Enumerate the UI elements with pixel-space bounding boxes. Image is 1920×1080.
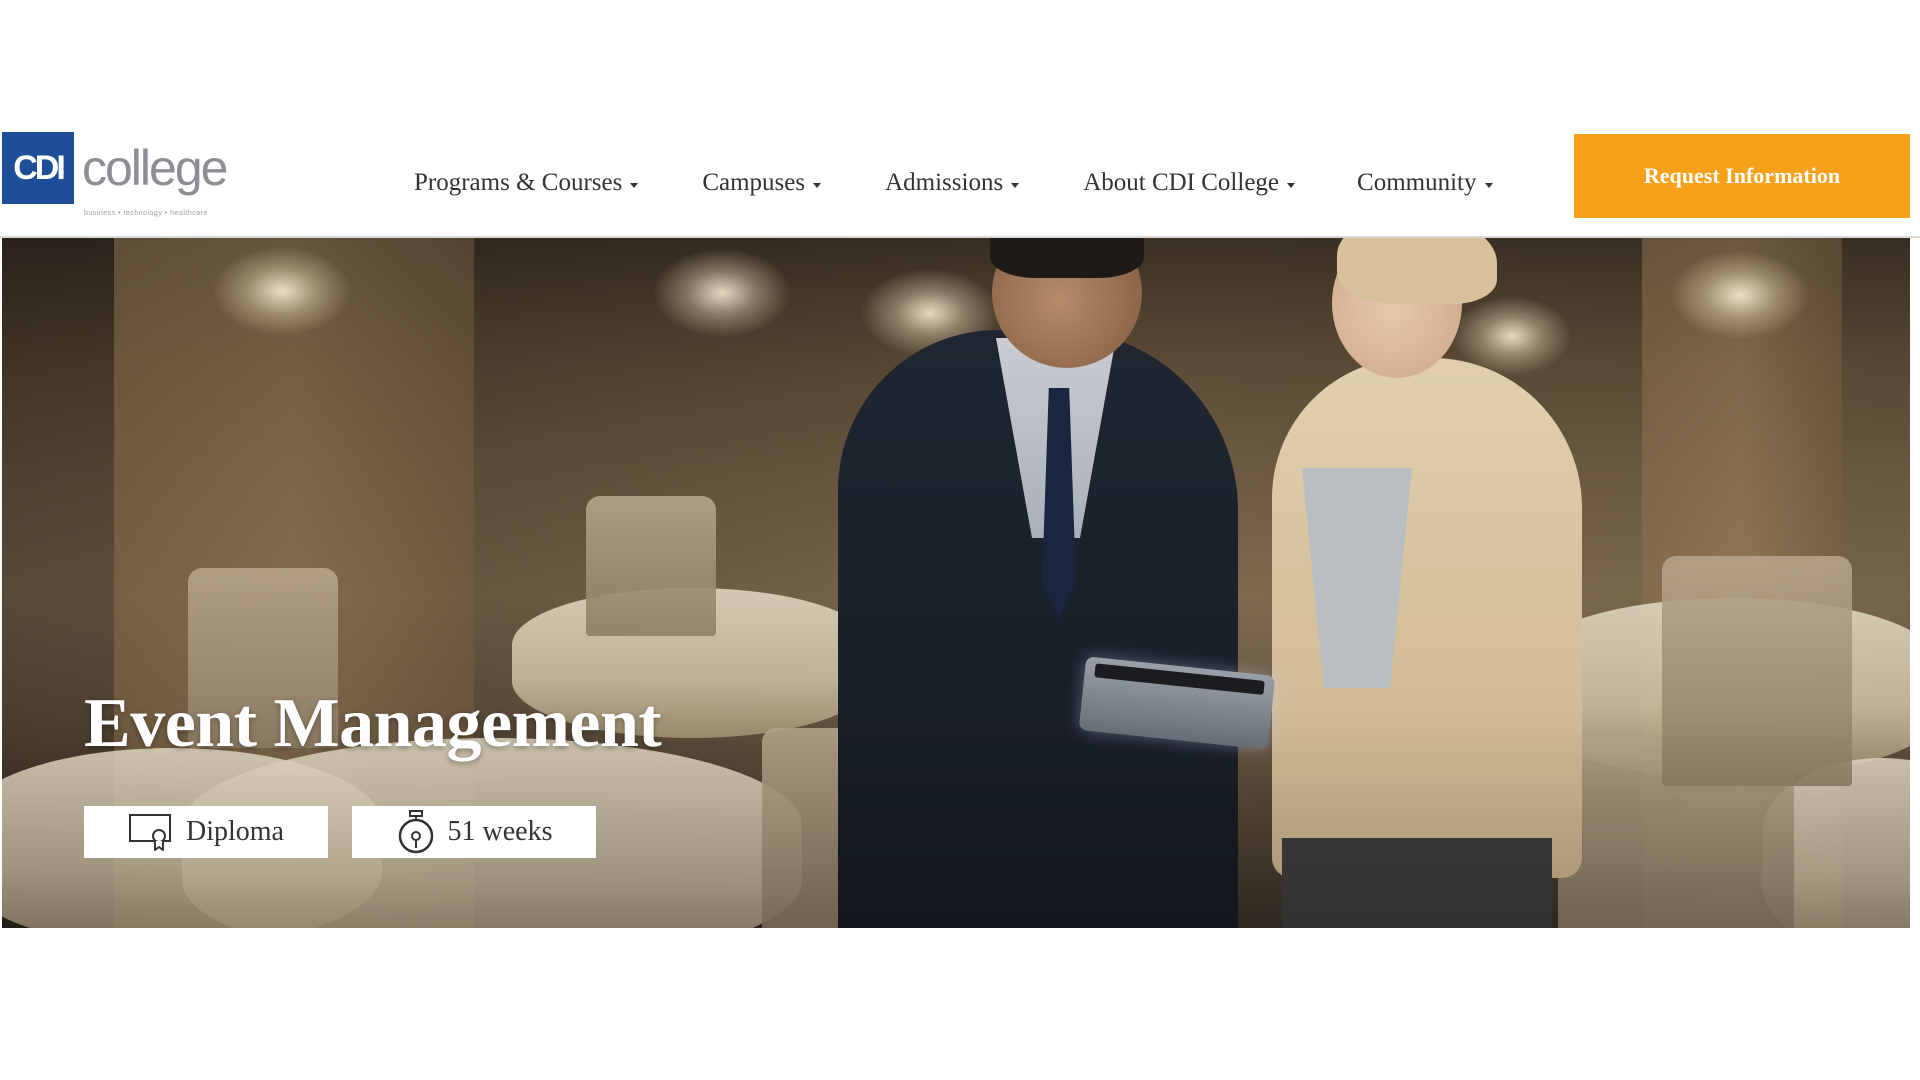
wall-light xyxy=(1670,250,1810,340)
nav-item-label: Admissions xyxy=(885,169,1004,196)
nav-item-admissions[interactable]: Admissions xyxy=(885,169,1020,197)
caret-down-icon xyxy=(1011,182,1020,188)
caret-down-icon xyxy=(630,182,639,188)
dining-chair xyxy=(586,496,716,636)
stopwatch-icon xyxy=(396,810,436,854)
site-header: CDI college business • technology • heal… xyxy=(0,130,1920,238)
logo-mark: CDI xyxy=(2,132,74,204)
nav-item-community[interactable]: Community xyxy=(1357,169,1493,197)
nav-item-programs-courses[interactable]: Programs & Courses xyxy=(414,169,639,197)
nav-item-label: Community xyxy=(1357,169,1477,196)
duration-label: 51 weeks xyxy=(447,816,553,847)
program-title: Event Management xyxy=(84,685,662,762)
nav-item-label: About CDI College xyxy=(1083,169,1280,196)
logo-tagline: business • technology • healthcare xyxy=(84,210,208,217)
woman-hair xyxy=(1337,238,1497,304)
wall-light xyxy=(212,246,352,336)
duration-badge: 51 weeks xyxy=(352,806,596,858)
certificate-icon xyxy=(128,812,174,852)
request-information-button[interactable]: Request Information xyxy=(1574,134,1910,218)
credential-badge: Diploma xyxy=(84,806,328,858)
logo-wordmark: college xyxy=(82,140,228,196)
nav-item-about-cdi-college[interactable]: About CDI College xyxy=(1083,169,1296,197)
caret-down-icon xyxy=(1287,182,1296,188)
main-nav: Programs & Courses Campuses Admissions A… xyxy=(388,130,1493,236)
nav-item-label: Campuses xyxy=(702,169,806,196)
nav-item-label: Programs & Courses xyxy=(414,169,623,196)
page: CDI college business • technology • heal… xyxy=(0,0,1920,1080)
hero-banner: Event Management Diploma 51 weeks xyxy=(2,238,1910,928)
cdi-college-logo[interactable]: CDI college business • technology • heal… xyxy=(2,132,234,224)
man-hair xyxy=(990,238,1144,278)
caret-down-icon xyxy=(1484,182,1493,188)
wall-light xyxy=(652,248,792,338)
tablet-screen xyxy=(1094,663,1265,695)
nav-item-campuses[interactable]: Campuses xyxy=(702,169,822,197)
caret-down-icon xyxy=(813,182,822,188)
credential-label: Diploma xyxy=(186,816,284,847)
